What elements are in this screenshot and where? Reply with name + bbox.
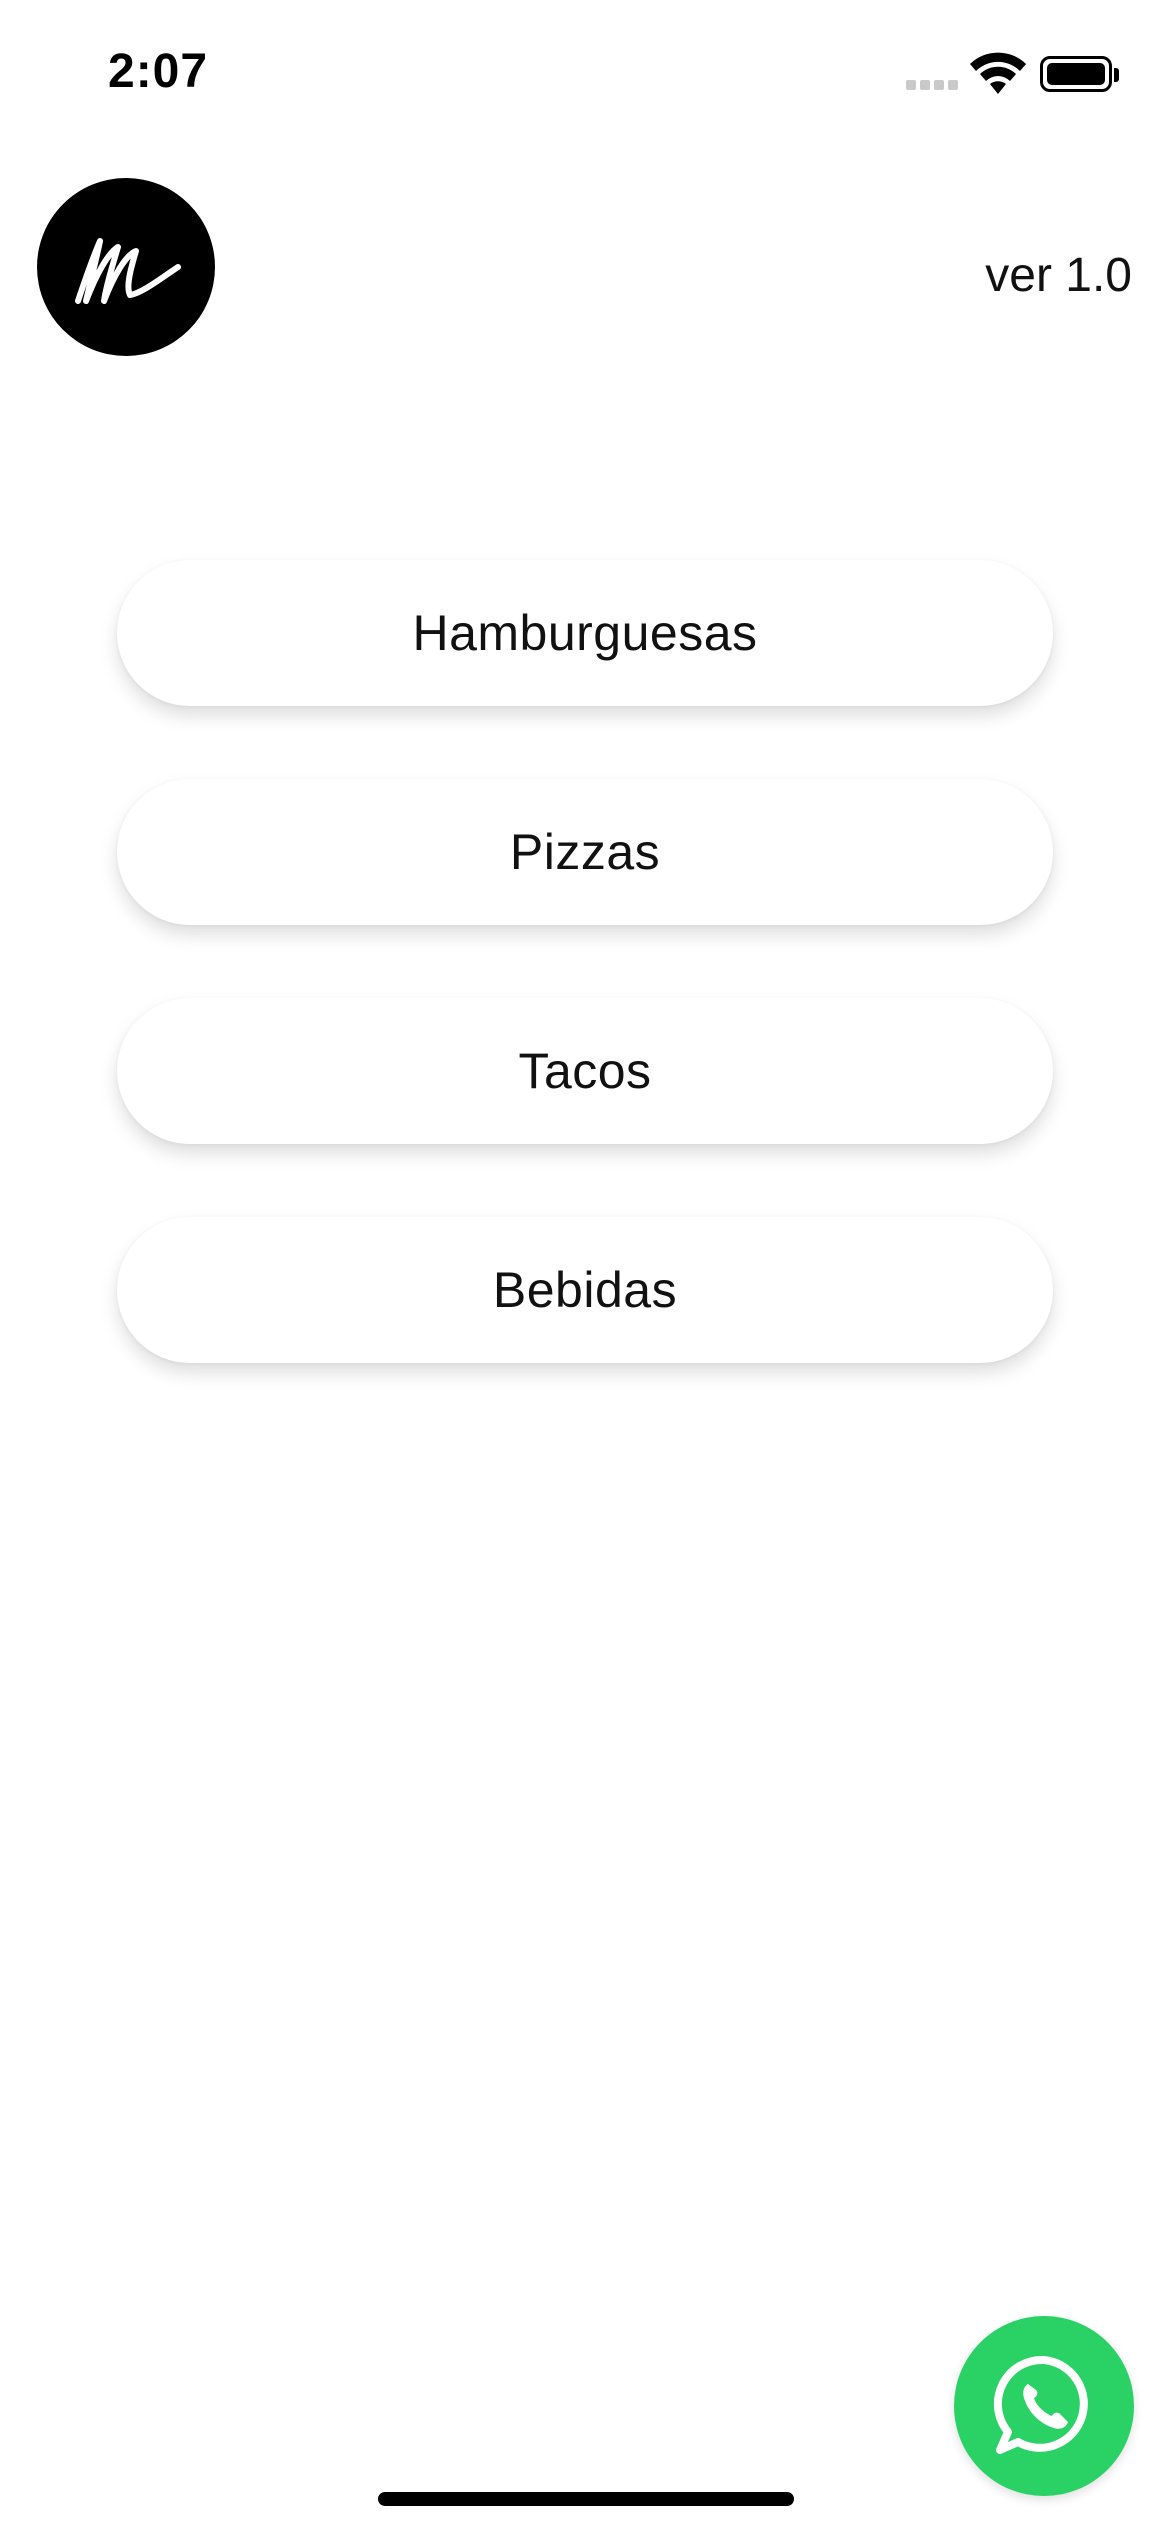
category-button-pizzas[interactable]: Pizzas xyxy=(117,779,1053,925)
whatsapp-button[interactable] xyxy=(954,2316,1134,2496)
home-indicator[interactable] xyxy=(378,2492,794,2506)
category-button-bebidas[interactable]: Bebidas xyxy=(117,1217,1053,1363)
category-button-tacos[interactable]: Tacos xyxy=(117,998,1053,1144)
battery-icon xyxy=(1040,56,1112,92)
category-button-hamburguesas[interactable]: Hamburguesas xyxy=(117,560,1053,706)
status-time: 2:07 xyxy=(108,45,209,98)
category-menu: Hamburguesas Pizzas Tacos Bebidas xyxy=(117,560,1053,1436)
logo xyxy=(37,178,215,356)
wifi-icon xyxy=(970,52,1026,94)
battery-tip xyxy=(1114,68,1119,82)
battery-level xyxy=(1047,63,1105,85)
app-version: ver 1.0 xyxy=(985,249,1132,302)
whatsapp-icon xyxy=(993,2355,1088,2454)
m-script-logo xyxy=(75,238,181,304)
status-bar: 2:07 xyxy=(0,0,1170,150)
cellular-signal-icon xyxy=(906,80,958,92)
